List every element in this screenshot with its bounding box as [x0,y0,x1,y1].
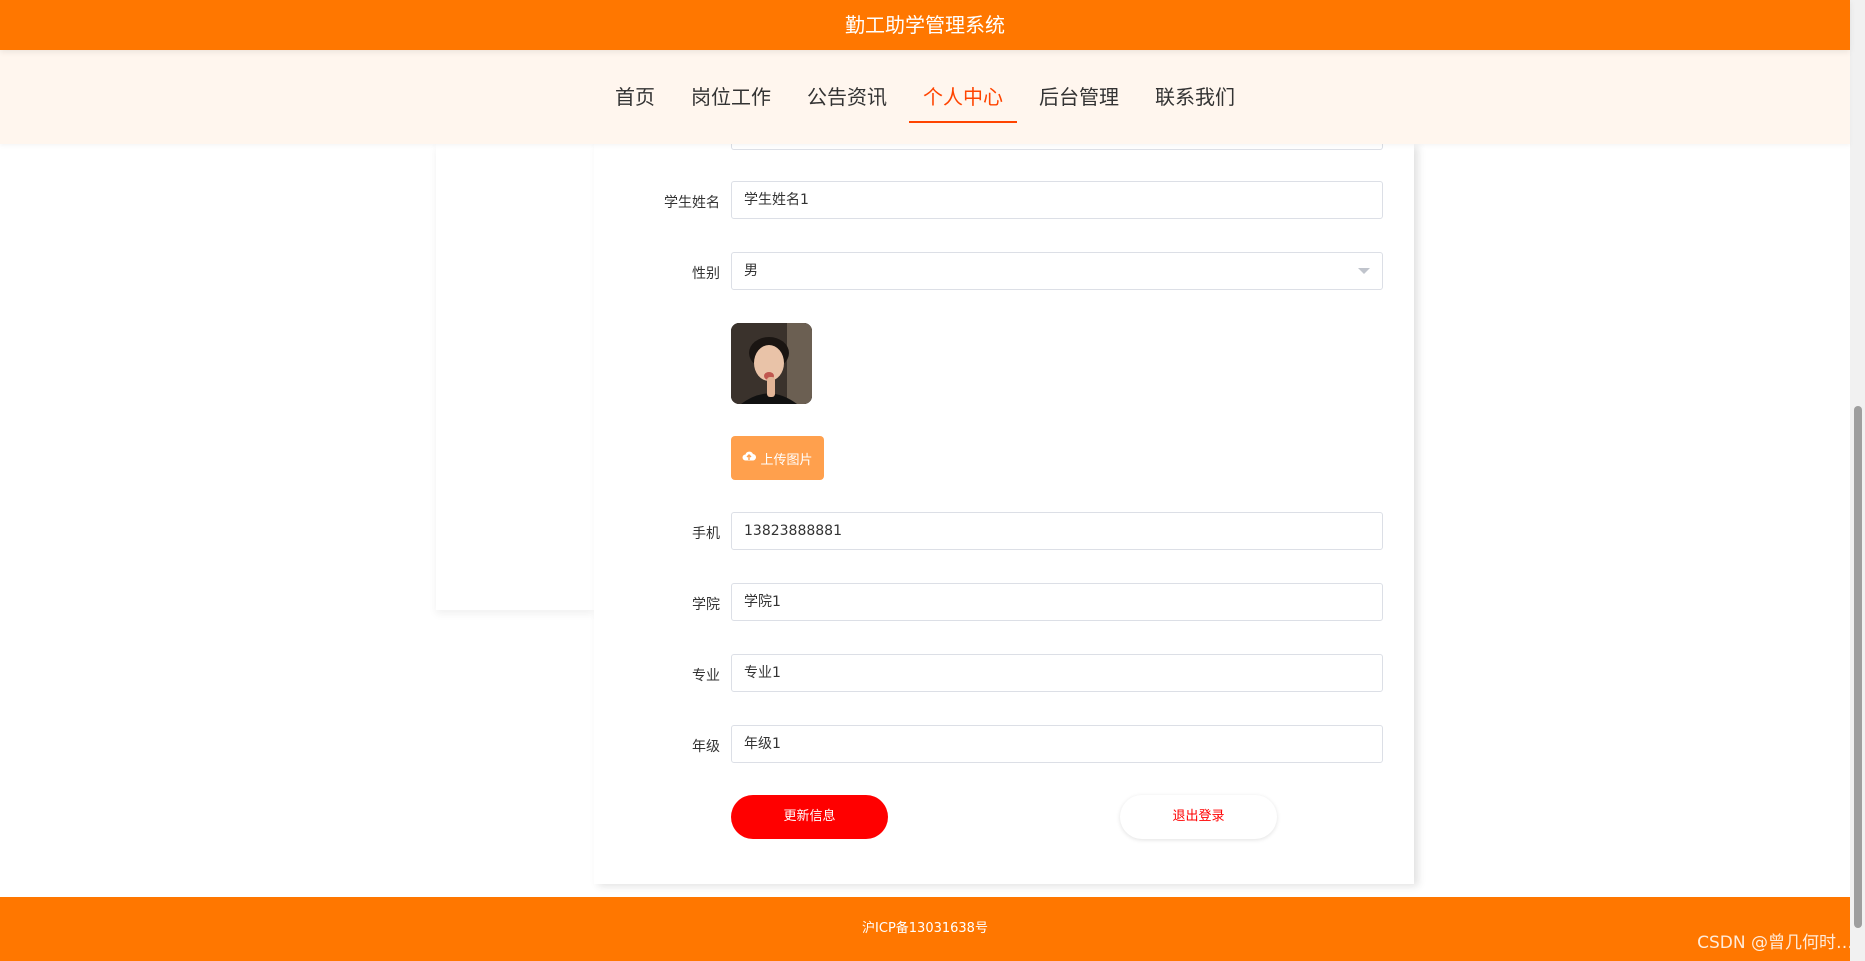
upload-button-label: 上传图片 [760,452,813,468]
watermark-text: CSDN @曾几何时… [1697,933,1853,953]
logout-button[interactable]: 退出登录 [1120,795,1277,839]
app-title: 勤工助学管理系统 [845,13,1005,37]
grade-label: 年级 [692,739,720,755]
nav-item-home[interactable]: 首页 [601,77,669,117]
grade-input[interactable]: 年级1 [731,725,1383,763]
scrollbar-thumb[interactable] [1854,406,1862,928]
nav-item-jobs[interactable]: 岗位工作 [677,77,785,117]
icp-text: 沪ICP备13031638号 [862,921,988,936]
nav-item-profile[interactable]: 个人中心 [909,77,1017,123]
scrollbar[interactable] [1850,0,1865,961]
scrolled-field-partial[interactable] [731,144,1383,150]
gender-select[interactable]: 男 [731,252,1383,290]
nav-list: 首页 岗位工作 公告资讯 个人中心 后台管理 联系我们 [0,50,1850,144]
page: 勤工助学管理系统 首页 岗位工作 公告资讯 个人中心 后台管理 联系我们 学生姓… [0,0,1865,961]
student-name-label: 学生姓名 [664,195,720,211]
major-input[interactable]: 专业1 [731,654,1383,692]
avatar-image [731,323,812,404]
nav-item-news[interactable]: 公告资讯 [793,77,901,117]
college-input[interactable]: 学院1 [731,583,1383,621]
app-header: 勤工助学管理系统 [0,0,1850,50]
phone-input[interactable]: 13823888881 [731,512,1383,550]
main-nav: 首页 岗位工作 公告资讯 个人中心 后台管理 联系我们 [0,50,1850,144]
gender-value: 男 [744,263,758,279]
student-name-input[interactable]: 学生姓名1 [731,181,1383,219]
gender-label: 性别 [692,266,720,282]
college-label: 学院 [692,597,720,613]
nav-item-contact[interactable]: 联系我们 [1141,77,1249,117]
chevron-down-icon [1358,268,1370,274]
footer: 沪ICP备13031638号 [0,897,1850,961]
update-info-button[interactable]: 更新信息 [731,795,888,839]
upload-image-button[interactable]: 上传图片 [731,436,824,480]
avatar-photo [731,323,812,404]
sidebar-card [436,144,594,610]
cloud-upload-icon [742,450,757,466]
nav-item-admin[interactable]: 后台管理 [1025,77,1133,117]
phone-label: 手机 [692,526,720,542]
major-label: 专业 [692,668,720,684]
